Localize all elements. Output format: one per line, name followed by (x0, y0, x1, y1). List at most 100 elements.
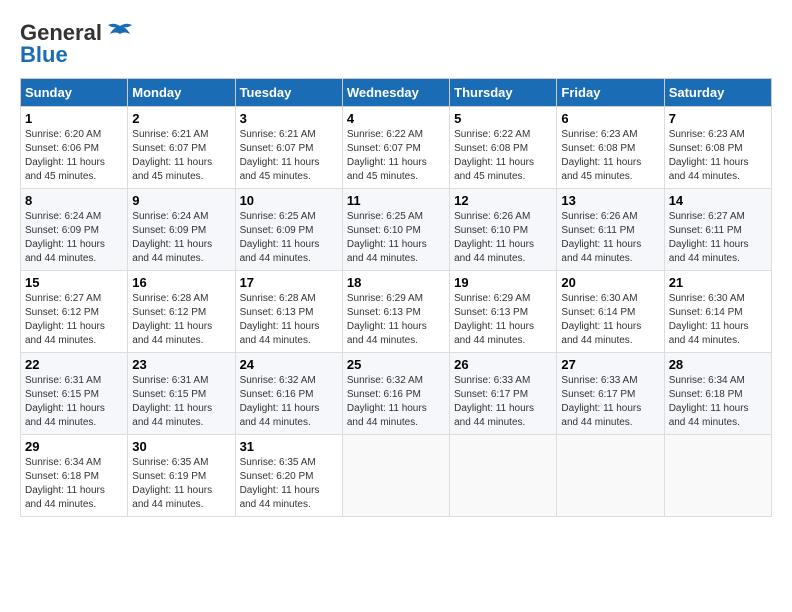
week-row-3: 15 Sunrise: 6:27 AMSunset: 6:12 PMDaylig… (21, 271, 772, 353)
calendar-cell: 28 Sunrise: 6:34 AMSunset: 6:18 PMDaylig… (664, 353, 771, 435)
day-info: Sunrise: 6:35 AMSunset: 6:19 PMDaylight:… (132, 457, 212, 510)
day-info: Sunrise: 6:20 AMSunset: 6:06 PMDaylight:… (25, 129, 105, 182)
calendar-cell: 18 Sunrise: 6:29 AMSunset: 6:13 PMDaylig… (342, 271, 449, 353)
calendar-table: SundayMondayTuesdayWednesdayThursdayFrid… (20, 78, 772, 517)
day-number: 26 (454, 357, 552, 372)
day-info: Sunrise: 6:33 AMSunset: 6:17 PMDaylight:… (454, 375, 534, 428)
calendar-cell: 5 Sunrise: 6:22 AMSunset: 6:08 PMDayligh… (450, 107, 557, 189)
calendar-cell: 19 Sunrise: 6:29 AMSunset: 6:13 PMDaylig… (450, 271, 557, 353)
calendar-cell: 24 Sunrise: 6:32 AMSunset: 6:16 PMDaylig… (235, 353, 342, 435)
day-number: 16 (132, 275, 230, 290)
logo-bird-icon (106, 22, 134, 44)
day-number: 12 (454, 193, 552, 208)
calendar-cell (450, 435, 557, 517)
week-row-5: 29 Sunrise: 6:34 AMSunset: 6:18 PMDaylig… (21, 435, 772, 517)
day-info: Sunrise: 6:21 AMSunset: 6:07 PMDaylight:… (240, 129, 320, 182)
day-number: 15 (25, 275, 123, 290)
weekday-header-wednesday: Wednesday (342, 79, 449, 107)
logo-blue-text: Blue (20, 42, 68, 68)
calendar-cell: 17 Sunrise: 6:28 AMSunset: 6:13 PMDaylig… (235, 271, 342, 353)
calendar-cell: 15 Sunrise: 6:27 AMSunset: 6:12 PMDaylig… (21, 271, 128, 353)
calendar-cell: 21 Sunrise: 6:30 AMSunset: 6:14 PMDaylig… (664, 271, 771, 353)
day-number: 19 (454, 275, 552, 290)
calendar-cell (557, 435, 664, 517)
calendar-cell: 3 Sunrise: 6:21 AMSunset: 6:07 PMDayligh… (235, 107, 342, 189)
day-info: Sunrise: 6:22 AMSunset: 6:07 PMDaylight:… (347, 129, 427, 182)
day-number: 2 (132, 111, 230, 126)
weekday-header-monday: Monday (128, 79, 235, 107)
day-info: Sunrise: 6:26 AMSunset: 6:11 PMDaylight:… (561, 211, 641, 264)
day-number: 9 (132, 193, 230, 208)
page-header: General Blue (20, 20, 772, 68)
calendar-cell: 11 Sunrise: 6:25 AMSunset: 6:10 PMDaylig… (342, 189, 449, 271)
calendar-cell: 22 Sunrise: 6:31 AMSunset: 6:15 PMDaylig… (21, 353, 128, 435)
weekday-header-thursday: Thursday (450, 79, 557, 107)
day-number: 30 (132, 439, 230, 454)
calendar-cell: 10 Sunrise: 6:25 AMSunset: 6:09 PMDaylig… (235, 189, 342, 271)
day-number: 18 (347, 275, 445, 290)
week-row-1: 1 Sunrise: 6:20 AMSunset: 6:06 PMDayligh… (21, 107, 772, 189)
day-number: 7 (669, 111, 767, 126)
day-info: Sunrise: 6:34 AMSunset: 6:18 PMDaylight:… (669, 375, 749, 428)
day-number: 21 (669, 275, 767, 290)
calendar-cell: 7 Sunrise: 6:23 AMSunset: 6:08 PMDayligh… (664, 107, 771, 189)
day-number: 8 (25, 193, 123, 208)
day-info: Sunrise: 6:25 AMSunset: 6:09 PMDaylight:… (240, 211, 320, 264)
day-number: 31 (240, 439, 338, 454)
calendar-cell: 9 Sunrise: 6:24 AMSunset: 6:09 PMDayligh… (128, 189, 235, 271)
weekday-header-friday: Friday (557, 79, 664, 107)
day-info: Sunrise: 6:22 AMSunset: 6:08 PMDaylight:… (454, 129, 534, 182)
week-row-2: 8 Sunrise: 6:24 AMSunset: 6:09 PMDayligh… (21, 189, 772, 271)
week-row-4: 22 Sunrise: 6:31 AMSunset: 6:15 PMDaylig… (21, 353, 772, 435)
day-info: Sunrise: 6:28 AMSunset: 6:12 PMDaylight:… (132, 293, 212, 346)
calendar-cell: 25 Sunrise: 6:32 AMSunset: 6:16 PMDaylig… (342, 353, 449, 435)
calendar-cell (664, 435, 771, 517)
day-number: 27 (561, 357, 659, 372)
weekday-header-row: SundayMondayTuesdayWednesdayThursdayFrid… (21, 79, 772, 107)
calendar-cell: 26 Sunrise: 6:33 AMSunset: 6:17 PMDaylig… (450, 353, 557, 435)
day-number: 22 (25, 357, 123, 372)
logo: General Blue (20, 20, 134, 68)
day-number: 14 (669, 193, 767, 208)
day-number: 10 (240, 193, 338, 208)
calendar-cell: 8 Sunrise: 6:24 AMSunset: 6:09 PMDayligh… (21, 189, 128, 271)
day-info: Sunrise: 6:28 AMSunset: 6:13 PMDaylight:… (240, 293, 320, 346)
day-info: Sunrise: 6:32 AMSunset: 6:16 PMDaylight:… (347, 375, 427, 428)
calendar-cell: 4 Sunrise: 6:22 AMSunset: 6:07 PMDayligh… (342, 107, 449, 189)
day-number: 24 (240, 357, 338, 372)
day-number: 23 (132, 357, 230, 372)
calendar-cell: 29 Sunrise: 6:34 AMSunset: 6:18 PMDaylig… (21, 435, 128, 517)
day-info: Sunrise: 6:29 AMSunset: 6:13 PMDaylight:… (454, 293, 534, 346)
calendar-cell: 6 Sunrise: 6:23 AMSunset: 6:08 PMDayligh… (557, 107, 664, 189)
weekday-header-saturday: Saturday (664, 79, 771, 107)
day-number: 11 (347, 193, 445, 208)
day-number: 6 (561, 111, 659, 126)
day-number: 29 (25, 439, 123, 454)
calendar-cell: 20 Sunrise: 6:30 AMSunset: 6:14 PMDaylig… (557, 271, 664, 353)
day-info: Sunrise: 6:27 AMSunset: 6:12 PMDaylight:… (25, 293, 105, 346)
calendar-cell: 16 Sunrise: 6:28 AMSunset: 6:12 PMDaylig… (128, 271, 235, 353)
day-info: Sunrise: 6:35 AMSunset: 6:20 PMDaylight:… (240, 457, 320, 510)
calendar-cell: 30 Sunrise: 6:35 AMSunset: 6:19 PMDaylig… (128, 435, 235, 517)
day-number: 17 (240, 275, 338, 290)
day-info: Sunrise: 6:31 AMSunset: 6:15 PMDaylight:… (132, 375, 212, 428)
day-info: Sunrise: 6:23 AMSunset: 6:08 PMDaylight:… (561, 129, 641, 182)
day-info: Sunrise: 6:31 AMSunset: 6:15 PMDaylight:… (25, 375, 105, 428)
day-number: 4 (347, 111, 445, 126)
day-info: Sunrise: 6:21 AMSunset: 6:07 PMDaylight:… (132, 129, 212, 182)
day-info: Sunrise: 6:34 AMSunset: 6:18 PMDaylight:… (25, 457, 105, 510)
day-info: Sunrise: 6:30 AMSunset: 6:14 PMDaylight:… (669, 293, 749, 346)
day-info: Sunrise: 6:26 AMSunset: 6:10 PMDaylight:… (454, 211, 534, 264)
day-info: Sunrise: 6:23 AMSunset: 6:08 PMDaylight:… (669, 129, 749, 182)
calendar-cell: 14 Sunrise: 6:27 AMSunset: 6:11 PMDaylig… (664, 189, 771, 271)
day-number: 1 (25, 111, 123, 126)
day-info: Sunrise: 6:29 AMSunset: 6:13 PMDaylight:… (347, 293, 427, 346)
day-number: 20 (561, 275, 659, 290)
day-info: Sunrise: 6:24 AMSunset: 6:09 PMDaylight:… (132, 211, 212, 264)
weekday-header-sunday: Sunday (21, 79, 128, 107)
day-info: Sunrise: 6:24 AMSunset: 6:09 PMDaylight:… (25, 211, 105, 264)
calendar-cell: 13 Sunrise: 6:26 AMSunset: 6:11 PMDaylig… (557, 189, 664, 271)
day-info: Sunrise: 6:25 AMSunset: 6:10 PMDaylight:… (347, 211, 427, 264)
day-info: Sunrise: 6:33 AMSunset: 6:17 PMDaylight:… (561, 375, 641, 428)
calendar-cell: 23 Sunrise: 6:31 AMSunset: 6:15 PMDaylig… (128, 353, 235, 435)
